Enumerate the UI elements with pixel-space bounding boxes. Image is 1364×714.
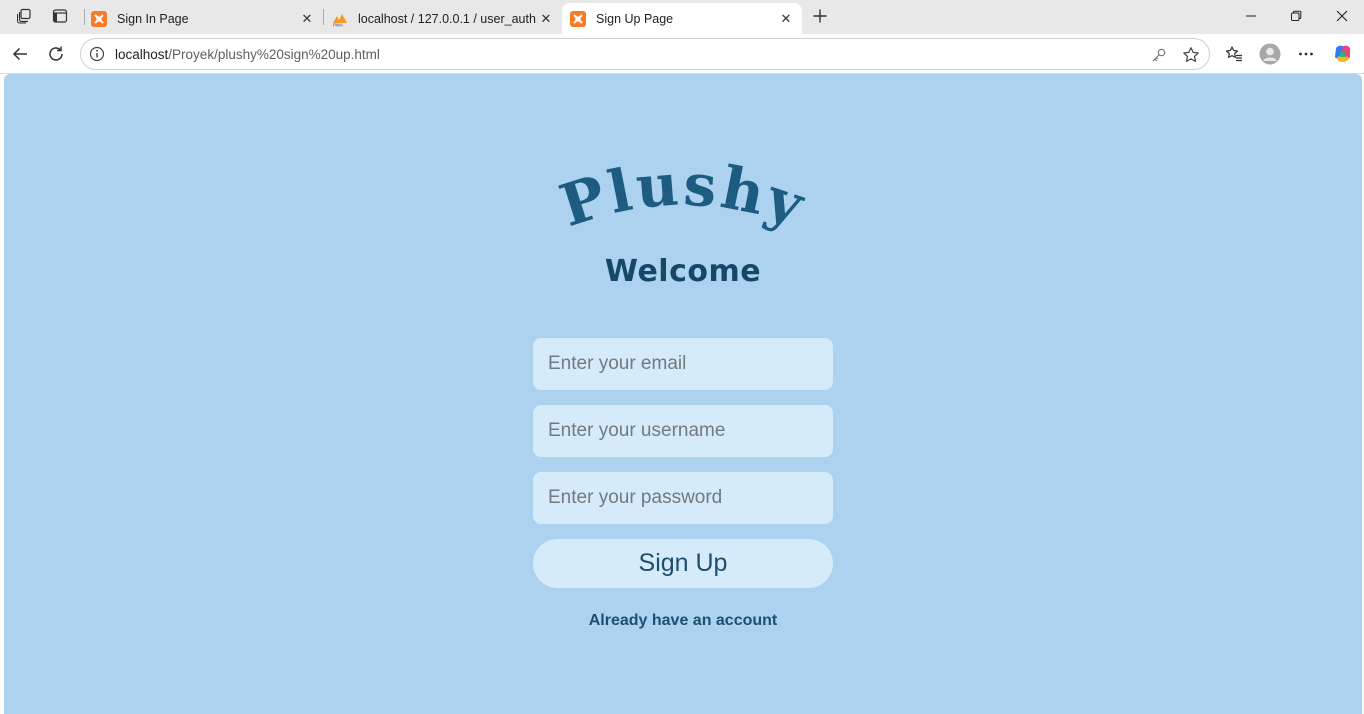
url-text: localhost/Proyek/plushy%20sign%20up.html [115,47,380,62]
refresh-icon[interactable] [42,41,70,67]
sign-up-button[interactable]: Sign Up [533,539,833,588]
tab-phpmyadmin[interactable]: PMA localhost / 127.0.0.1 / user_auth / … [324,3,562,34]
restore-icon[interactable] [1273,0,1319,32]
browser-toolbar: localhost/Proyek/plushy%20sign%20up.html [0,34,1364,74]
favorite-star-icon[interactable] [1181,45,1201,65]
page-viewport: Plushy Welcome Sign Up Already have an a… [4,74,1362,714]
email-field[interactable] [533,338,833,390]
url-path: /Proyek/plushy%20sign%20up.html [168,47,380,62]
welcome-heading: Welcome [604,254,762,289]
minimize-icon[interactable] [1228,0,1274,32]
url-host: localhost [115,47,169,62]
svg-text:Plushy: Plushy [552,152,814,232]
more-options-icon[interactable] [1292,41,1320,67]
phpmyadmin-icon: PMA [332,11,348,27]
close-tab-icon[interactable]: ✕ [299,11,315,27]
already-have-account-link[interactable]: Already have an account [4,612,1362,630]
tab-strip: Sign In Page ✕ PMA localhost / 127.0.0.1… [0,0,1364,34]
close-tab-icon[interactable]: ✕ [538,11,554,27]
site-info-icon[interactable] [89,46,105,62]
close-tab-icon[interactable]: ✕ [778,11,794,27]
copilot-icon[interactable] [1329,41,1357,67]
new-tab-icon[interactable] [808,5,832,27]
favorites-icon[interactable] [1220,41,1248,67]
tab-title: Sign In Page [117,11,189,26]
xampp-icon [570,10,586,27]
tab-sign-in[interactable]: Sign In Page ✕ [83,3,323,34]
username-field[interactable] [533,405,833,457]
tab-actions-icon[interactable] [48,5,72,27]
tab-title: Sign Up Page [596,11,674,26]
profile-avatar-icon[interactable] [1256,41,1284,67]
svg-text:PMA: PMA [333,22,344,27]
back-icon[interactable] [6,41,34,67]
workspaces-icon[interactable] [12,5,36,27]
tab-sign-up[interactable]: Sign Up Page ✕ [562,3,802,34]
key-icon[interactable] [1149,45,1169,65]
close-window-icon[interactable] [1319,0,1364,32]
tab-title: localhost / 127.0.0.1 / user_auth / [358,11,538,26]
password-field[interactable] [533,472,833,524]
logo-text: Plushy [552,152,811,232]
address-bar[interactable]: localhost/Proyek/plushy%20sign%20up.html [80,38,1210,70]
xampp-icon [91,10,107,27]
plushy-logo: Plushy [552,152,814,232]
